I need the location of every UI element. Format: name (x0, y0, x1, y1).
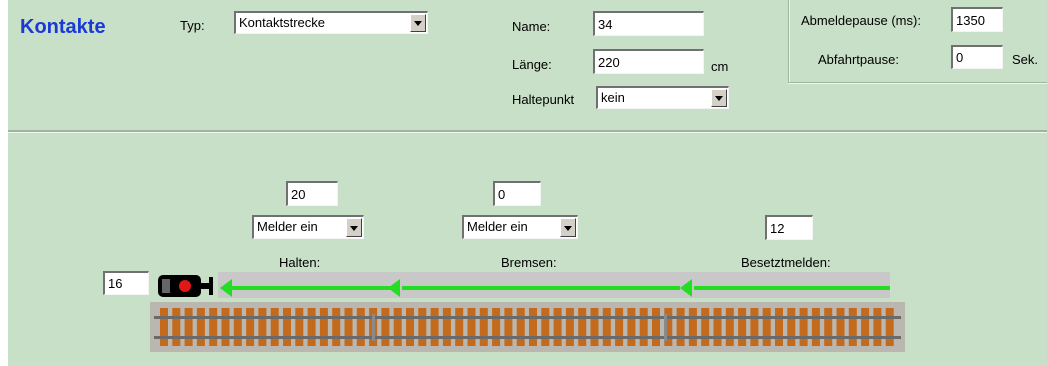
besetztmelden-arrow-icon (680, 279, 692, 297)
bremsen-label: Bremsen: (501, 255, 557, 270)
typ-label: Typ: (180, 18, 205, 33)
rail-track-icon (154, 308, 901, 346)
halten-mode-value: Melder ein (257, 219, 318, 234)
chevron-down-icon[interactable] (711, 89, 727, 107)
chevron-down-icon[interactable] (346, 218, 362, 237)
laenge-field[interactable] (593, 49, 704, 74)
abfahrtpause-label: Abfahrtpause: (818, 52, 899, 67)
halten-value-field[interactable] (286, 181, 338, 206)
bremsen-mode-value: Melder ein (467, 219, 528, 234)
laenge-unit: cm (711, 59, 729, 74)
chevron-down-icon[interactable] (410, 14, 426, 32)
haltepunkt-select-value: kein (601, 90, 625, 105)
typ-select-value: Kontaktstrecke (239, 15, 325, 30)
typ-select[interactable]: Kontaktstrecke (234, 11, 428, 34)
name-label: Name: (512, 19, 551, 34)
section-divider (8, 130, 1047, 133)
halten-arrow-icon (220, 279, 232, 297)
signal-icon[interactable] (157, 274, 215, 298)
page-title: Kontakte (20, 16, 106, 38)
name-field[interactable] (593, 11, 704, 36)
chevron-down-icon[interactable] (560, 218, 576, 237)
abfahrtpause-unit: Sek. (1012, 52, 1039, 67)
haltepunkt-label: Haltepunkt (512, 92, 575, 107)
halten-label: Halten: (279, 255, 321, 270)
abmeldepause-label: Abmeldepause (ms): (801, 13, 921, 28)
direction-arrows (220, 279, 890, 297)
bremsen-arrow-icon (388, 279, 400, 297)
bremsen-value-field[interactable] (493, 181, 541, 206)
abfahrtpause-field[interactable] (951, 45, 1003, 69)
besetztmelden-label: Besetztmelden: (741, 255, 831, 270)
pause-group-border-bottom (788, 82, 1047, 84)
besetztmelden-value-field[interactable] (765, 215, 813, 240)
bremsen-mode-select[interactable]: Melder ein (462, 215, 578, 239)
signal-value-field[interactable] (103, 271, 149, 295)
halten-mode-select[interactable]: Melder ein (252, 215, 364, 239)
rail-track (150, 302, 905, 352)
laenge-label: Länge: (512, 57, 552, 72)
haltepunkt-select[interactable]: kein (596, 86, 729, 109)
pause-group-border (788, 0, 790, 82)
abmeldepause-field[interactable] (951, 7, 1003, 32)
